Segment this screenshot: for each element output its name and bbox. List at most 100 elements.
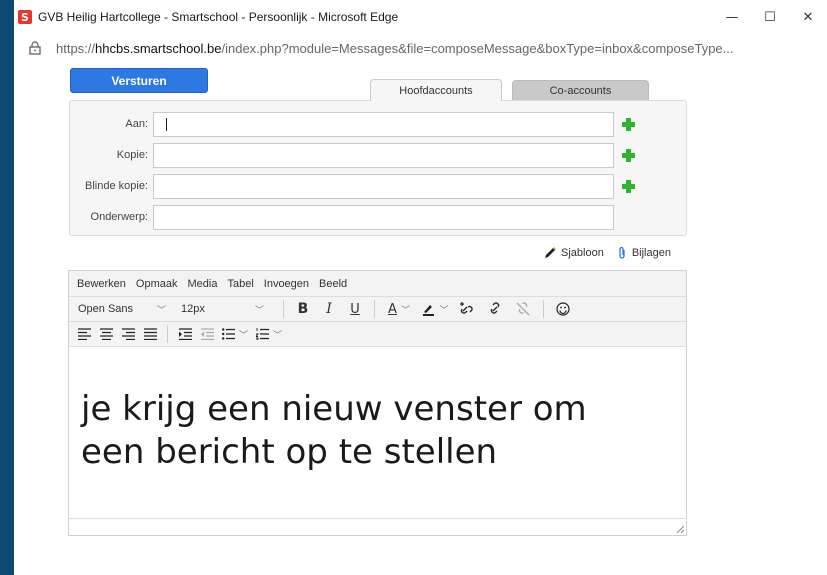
bcc-row: Blinde kopie: [70,173,635,199]
outdent-button[interactable] [196,324,218,345]
title-bar: S GVB Heilig Hartcollege - Smartschool -… [14,0,827,34]
link-plus-icon [460,302,473,314]
template-button[interactable]: Sjabloon [543,246,604,260]
toolbar-divider [283,300,284,318]
chevron-down-icon: ﹀ [157,304,167,315]
link-icon [490,302,500,314]
chevron-down-icon: ﹀ [254,304,264,315]
to-field[interactable] [153,111,614,137]
indent-icon [178,328,192,340]
close-button[interactable]: ✕ [789,0,827,34]
url-text[interactable]: https://hhcbs.smartschool.be/index.php?m… [56,41,826,56]
align-right-icon [121,328,135,340]
italic-button[interactable]: I [316,299,342,320]
cc-row: Kopie: [70,142,635,168]
align-justify-button[interactable] [139,324,161,345]
template-label: Sjabloon [561,247,604,259]
bcc-label: Blinde kopie: [85,180,148,192]
bcc-field[interactable] [153,173,614,199]
unlink-icon [516,302,530,316]
outdent-icon [200,328,214,340]
smiley-icon [556,302,570,316]
url-host: hhcbs.smartschool.be [95,40,222,56]
url-path: /index.php?module=Messages&file=composeM… [221,40,734,56]
menu-beeld[interactable]: Beeld [319,278,347,290]
text-cursor [166,117,167,131]
menu-opmaak[interactable]: Opmaak [136,278,178,290]
lock-icon[interactable] [28,41,42,55]
cc-field[interactable] [153,142,614,168]
menu-bewerken[interactable]: Bewerken [77,278,126,290]
recipients-panel: Aan: Kopie: Blinde kopie: Onderwerp: [69,100,687,236]
tab-hoofdaccounts[interactable]: Hoofdaccounts [370,79,502,101]
paperclip-icon [619,246,625,259]
font-size-select[interactable]: 12px ﹀ [177,299,277,320]
attachments-button[interactable]: Bijlagen [616,246,671,260]
add-bcc-icon[interactable] [622,179,635,193]
numbered-list-icon [255,328,269,340]
attachments-label: Bijlagen [631,247,671,259]
window-title: GVB Heilig Hartcollege - Smartschool - P… [38,10,399,24]
tab-co-accounts[interactable]: Co-accounts [512,80,649,102]
add-cc-icon[interactable] [622,148,635,162]
emoji-button[interactable] [550,299,576,320]
rich-text-editor: Bewerken Opmaak Media Tabel Invoegen Bee… [68,270,687,536]
align-right-button[interactable] [117,324,139,345]
resize-handle-icon[interactable] [676,525,684,533]
toolbar-divider [543,300,544,318]
highlight-color-button[interactable]: ﹀ [417,299,453,320]
maximize-button[interactable]: ☐ [751,0,789,34]
compose-page: Versturen Hoofdaccounts Co-accounts Aan:… [14,62,827,575]
message-body[interactable]: je krijg een nieuw venster om een berich… [69,348,686,518]
chevron-down-icon: ﹀ [400,305,410,316]
toolbar-divider [167,325,168,343]
chevron-down-icon: ﹀ [439,305,449,316]
menu-tabel[interactable]: Tabel [227,278,253,290]
chevron-down-icon: ﹀ [238,330,248,341]
window-controls: — ☐ ✕ [713,0,827,34]
unlink-button[interactable] [509,299,537,320]
add-to-icon[interactable] [622,117,635,131]
cc-label: Kopie: [116,149,148,161]
subject-field[interactable] [153,204,614,230]
address-bar[interactable]: https://hhcbs.smartschool.be/index.php?m… [14,34,827,62]
compose-extras: Sjabloon Bijlagen [543,246,683,260]
indent-button[interactable] [174,324,196,345]
edit-link-button[interactable] [481,299,509,320]
message-body-line: je krijg een nieuw venster om [81,389,587,429]
chevron-down-icon: ﹀ [272,330,282,341]
font-family-select[interactable]: Open Sans ﹀ [73,299,177,320]
align-justify-icon [143,328,157,340]
bullet-list-icon [221,328,235,340]
message-body-line: een bericht op te stellen [81,432,498,472]
editor-toolbar-formatting: Open Sans ﹀ 12px ﹀ B I U A ﹀ ﹀ [69,297,686,322]
underline-button[interactable]: U [342,299,368,320]
pencil-icon [545,247,556,258]
text-color-icon: A [388,301,397,317]
smartschool-logo-icon: S [18,10,32,24]
insert-link-button[interactable] [453,299,481,320]
align-left-button[interactable] [73,324,95,345]
align-left-icon [77,328,91,340]
menu-media[interactable]: Media [188,278,218,290]
toolbar-divider [374,300,375,318]
minimize-button[interactable]: — [713,0,751,34]
bullet-list-button[interactable]: ﹀ [218,324,252,345]
font-family-value: Open Sans [78,303,134,315]
subject-row: Onderwerp: [70,204,614,230]
font-size-value: 12px [181,303,205,315]
bold-button[interactable]: B [290,299,316,320]
align-center-button[interactable] [95,324,117,345]
editor-statusbar [69,518,686,535]
numbered-list-button[interactable]: ﹀ [252,324,286,345]
menu-invoegen[interactable]: Invoegen [264,278,309,290]
url-scheme: https:// [56,40,96,56]
subject-label: Onderwerp: [90,211,148,223]
browser-window: S GVB Heilig Hartcollege - Smartschool -… [14,0,827,575]
text-color-button[interactable]: A ﹀ [381,299,417,320]
send-button[interactable]: Versturen [70,68,208,93]
align-center-icon [99,328,113,340]
to-label: Aan: [125,118,148,130]
to-row: Aan: [70,111,635,137]
editor-toolbar-paragraph: ﹀ ﹀ [69,322,686,347]
